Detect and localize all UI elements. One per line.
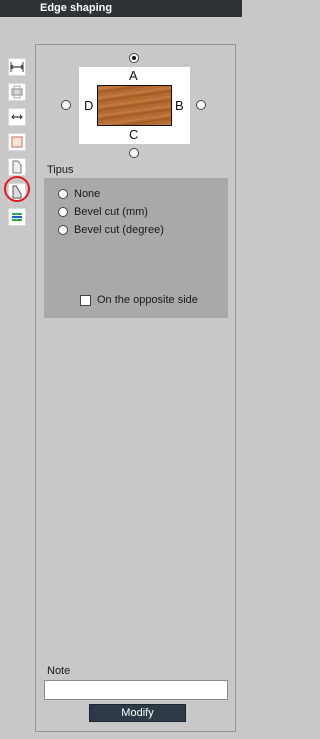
note-input[interactable]	[44, 680, 228, 700]
edge-corner-tool-icon[interactable]	[8, 133, 26, 151]
checkbox-label: On the opposite side	[97, 294, 198, 307]
option-label: None	[74, 188, 101, 201]
panel-stack-tool-icon[interactable]	[8, 83, 26, 101]
type-option-bevel-degree[interactable]: Bevel cut (degree)	[58, 224, 164, 236]
bevel-degree-radio[interactable]	[58, 225, 68, 236]
none-radio[interactable]	[58, 189, 68, 200]
side-d-radio[interactable]	[61, 100, 71, 110]
side-a-radio[interactable]	[129, 53, 139, 63]
edge-width-tool-icon[interactable]	[8, 58, 26, 76]
type-option-bevel-mm[interactable]: Bevel cut (mm)	[58, 206, 148, 218]
side-b-radio[interactable]	[196, 100, 206, 110]
selection-highlight-ring	[4, 176, 30, 202]
window-title: Edge shaping	[40, 2, 113, 14]
side-label-top: A	[129, 68, 138, 83]
checkbox-box[interactable]	[80, 294, 91, 306]
board-preview	[97, 85, 172, 126]
window-titlebar: Edge shaping	[0, 0, 242, 17]
modify-button[interactable]: Modify	[89, 704, 186, 722]
side-c-radio[interactable]	[129, 148, 139, 158]
type-group-label: Tipus	[47, 164, 74, 176]
color-layers-tool-icon[interactable]	[8, 208, 26, 226]
side-label-left: D	[84, 98, 94, 113]
opposite-side-checkbox[interactable]: On the opposite side	[80, 294, 198, 306]
edge-profile-tool-icon[interactable]	[8, 158, 26, 176]
edge-length-tool-icon[interactable]	[8, 108, 26, 126]
side-label-bottom: C	[129, 127, 139, 142]
edge-shaping-panel	[35, 44, 236, 732]
type-option-none[interactable]: None	[58, 188, 100, 200]
option-label: Bevel cut (mm)	[74, 206, 148, 219]
bevel-mm-radio[interactable]	[58, 207, 68, 218]
option-label: Bevel cut (degree)	[74, 224, 164, 237]
note-label: Note	[47, 665, 71, 677]
side-label-right: B	[175, 98, 184, 113]
